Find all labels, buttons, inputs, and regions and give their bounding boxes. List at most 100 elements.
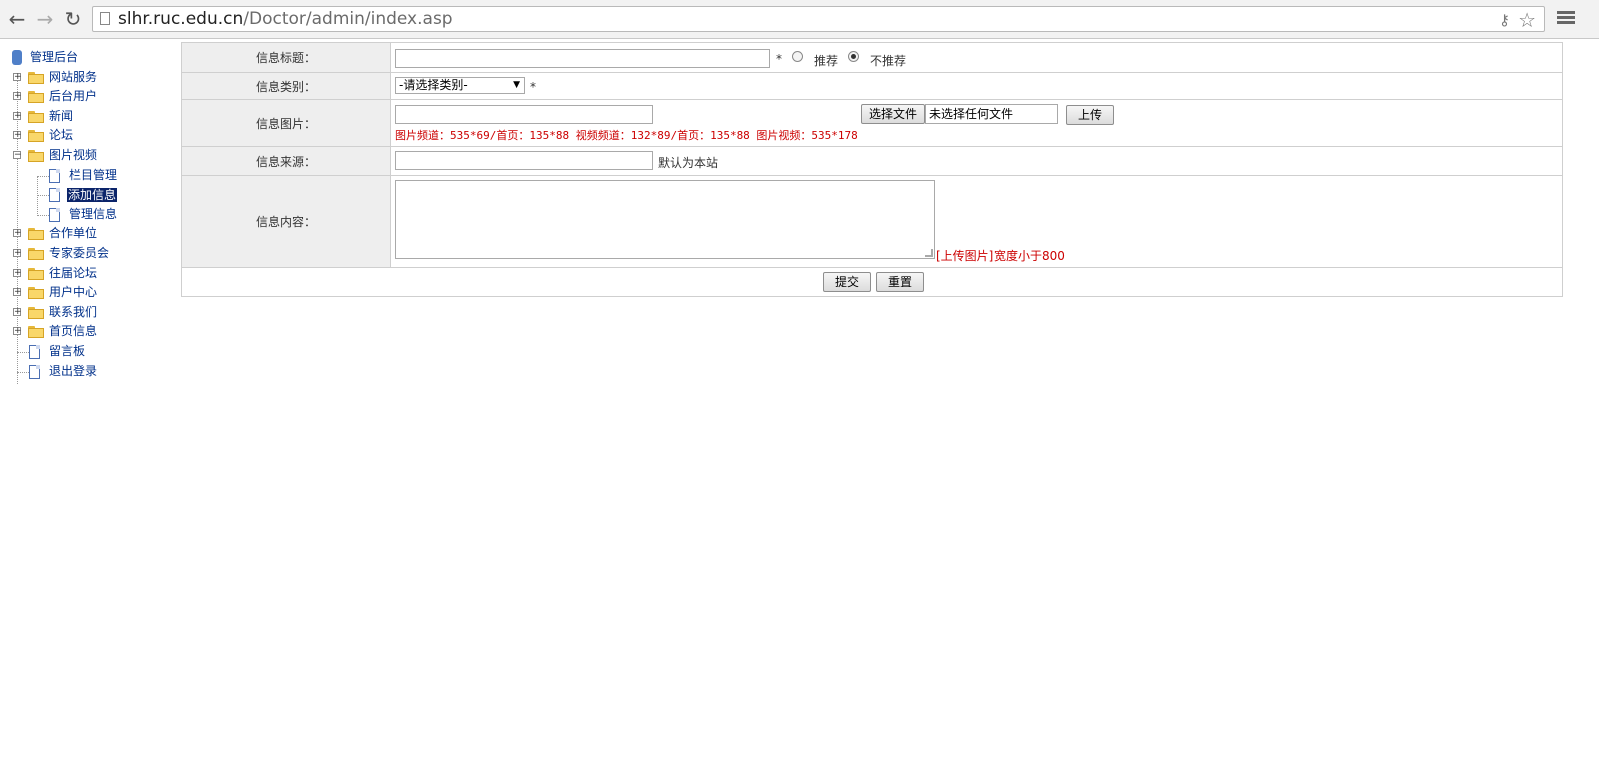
url-path: /Doctor/admin/index.asp <box>243 9 453 29</box>
folder-icon <box>28 130 44 143</box>
sidebar-item-logout[interactable]: 退出登录 <box>8 362 180 382</box>
expand-plus-icon[interactable]: + <box>13 92 22 101</box>
folder-icon <box>28 306 44 319</box>
document-icon <box>29 344 40 359</box>
tree-line <box>17 351 29 353</box>
submit-button[interactable]: 提交 <box>823 272 871 292</box>
title-label: 信息标题： <box>181 42 391 73</box>
sidebar-item-label[interactable]: 后台用户 <box>49 87 97 107</box>
source-input[interactable] <box>395 151 653 170</box>
category-select[interactable]: -请选择类别- ▼ <box>395 77 525 94</box>
url-text[interactable]: slhr.ruc.edu.cn/Doctor/admin/index.asp <box>118 9 453 29</box>
sidebar-item-label[interactable]: 用户中心 <box>49 283 97 303</box>
sidebar-item-label[interactable]: 专家委员会 <box>49 244 109 264</box>
sidebar-item-label[interactable]: 首页信息 <box>49 322 97 342</box>
reload-icon[interactable]: ↻ <box>62 8 84 30</box>
sidebar-item-message-board[interactable]: 留言板 <box>8 342 180 362</box>
resize-grip-icon[interactable] <box>925 249 933 257</box>
sidebar-item-label[interactable]: 网站服务 <box>49 68 97 88</box>
category-selected-value: -请选择类别- <box>399 78 468 92</box>
width-limit-hint: 宽度小于800 <box>994 249 1065 263</box>
expand-plus-icon[interactable]: + <box>13 268 22 277</box>
address-bar[interactable]: slhr.ruc.edu.cn/Doctor/admin/index.asp ⚷… <box>92 6 1545 32</box>
sidebar-item-past-forums[interactable]: + 往届论坛 <box>8 264 180 284</box>
source-label: 信息来源： <box>181 146 391 176</box>
page-icon <box>100 12 110 25</box>
expand-plus-icon[interactable]: + <box>13 248 22 257</box>
sidebar-item-label[interactable]: 图片视频 <box>49 146 97 166</box>
not-recommend-radio[interactable] <box>848 51 859 62</box>
upload-image-link[interactable]: [上传图片] <box>936 247 993 264</box>
expand-plus-icon[interactable]: + <box>13 229 22 238</box>
no-file-chosen-text[interactable]: 未选择任何文件 <box>925 104 1058 124</box>
folder-icon <box>28 247 44 260</box>
collapse-minus-icon[interactable]: − <box>13 150 22 159</box>
sidebar-subitem-add-info[interactable]: 添加信息 <box>8 185 180 205</box>
folder-icon <box>28 110 44 123</box>
sidebar-item-homepage-info[interactable]: + 首页信息 <box>8 322 180 342</box>
sidebar-subitem-label[interactable]: 栏目管理 <box>69 166 117 186</box>
admin-icon <box>12 50 22 65</box>
sidebar-item-partners[interactable]: + 合作单位 <box>8 224 180 244</box>
sidebar-item-label[interactable]: 退出登录 <box>49 362 97 382</box>
actions-cell: 提交 重置 <box>181 267 1563 297</box>
image-size-hint: 图片频道：535*69/首页：135*88 视频频道：132*89/首页：135… <box>395 129 858 142</box>
folder-icon <box>28 228 44 241</box>
browser-toolbar: ← → ↻ slhr.ruc.edu.cn/Doctor/admin/index… <box>0 0 1599 39</box>
sidebar-item-contact-us[interactable]: + 联系我们 <box>8 303 180 323</box>
sidebar-item-news[interactable]: + 新闻 <box>8 107 180 127</box>
title-input[interactable] <box>395 49 770 68</box>
folder-icon <box>28 71 44 84</box>
tree-root[interactable]: 管理后台 <box>8 48 180 68</box>
tree-line <box>17 371 29 373</box>
document-icon <box>49 188 60 203</box>
document-icon <box>29 364 40 379</box>
sidebar-item-label[interactable]: 往届论坛 <box>49 264 97 284</box>
folder-icon <box>28 326 44 339</box>
sidebar-item-website-service[interactable]: + 网站服务 <box>8 68 180 88</box>
title-required-mark: * <box>776 52 782 66</box>
info-form-table: 信息标题： * 推荐 不推荐 信息类别： -请选择类别- ▼ * 信息图片： 选… <box>181 42 1563 297</box>
sidebar-item-picture-video[interactable]: − 图片视频 <box>8 146 180 166</box>
open-folder-icon <box>28 149 44 162</box>
sidebar-item-forum[interactable]: + 论坛 <box>8 126 180 146</box>
expand-plus-icon[interactable]: + <box>13 131 22 140</box>
reset-button[interactable]: 重置 <box>876 272 924 292</box>
tree-line <box>37 175 49 177</box>
row-image: 信息图片： 选择文件 未选择任何文件 上传 图片频道：535*69/首页：135… <box>181 99 1563 147</box>
sidebar-item-label[interactable]: 联系我们 <box>49 303 97 323</box>
expand-plus-icon[interactable]: + <box>13 288 22 297</box>
bookmark-star-icon[interactable]: ☆ <box>1518 8 1536 32</box>
content-label: 信息内容： <box>181 175 391 268</box>
content-textarea[interactable] <box>395 180 935 259</box>
expand-plus-icon[interactable]: + <box>13 307 22 316</box>
sidebar-subitem-column-manage[interactable]: 栏目管理 <box>8 166 180 186</box>
folder-icon <box>28 287 44 300</box>
tree-root-label[interactable]: 管理后台 <box>30 48 78 68</box>
menu-icon[interactable] <box>1557 9 1575 27</box>
sidebar-subitem-label-selected[interactable]: 添加信息 <box>67 188 118 203</box>
sidebar-item-label[interactable]: 合作单位 <box>49 224 97 244</box>
key-icon[interactable]: ⚷ <box>1499 11 1510 29</box>
back-arrow-icon[interactable]: ← <box>6 8 28 30</box>
upload-button[interactable]: 上传 <box>1066 105 1114 125</box>
sidebar-subitem-label[interactable]: 管理信息 <box>69 205 117 225</box>
recommend-radio[interactable] <box>792 51 803 62</box>
choose-file-button[interactable]: 选择文件 <box>861 104 925 124</box>
category-label: 信息类别： <box>181 72 391 100</box>
sidebar-item-admin-users[interactable]: + 后台用户 <box>8 87 180 107</box>
sidebar-subitem-manage-info[interactable]: 管理信息 <box>8 205 180 225</box>
image-label: 信息图片： <box>181 99 391 147</box>
sidebar-item-user-center[interactable]: + 用户中心 <box>8 283 180 303</box>
sidebar-item-expert-committee[interactable]: + 专家委员会 <box>8 244 180 264</box>
expand-plus-icon[interactable]: + <box>13 72 22 81</box>
expand-plus-icon[interactable]: + <box>13 111 22 120</box>
dropdown-arrow-icon: ▼ <box>513 80 520 90</box>
url-host: slhr.ruc.edu.cn <box>118 9 244 29</box>
sidebar-item-label[interactable]: 新闻 <box>49 107 73 127</box>
sidebar-item-label[interactable]: 留言板 <box>49 342 85 362</box>
expand-plus-icon[interactable]: + <box>13 327 22 336</box>
forward-arrow-icon[interactable]: → <box>34 8 56 30</box>
sidebar-item-label[interactable]: 论坛 <box>49 126 73 146</box>
image-path-input[interactable] <box>395 105 653 124</box>
